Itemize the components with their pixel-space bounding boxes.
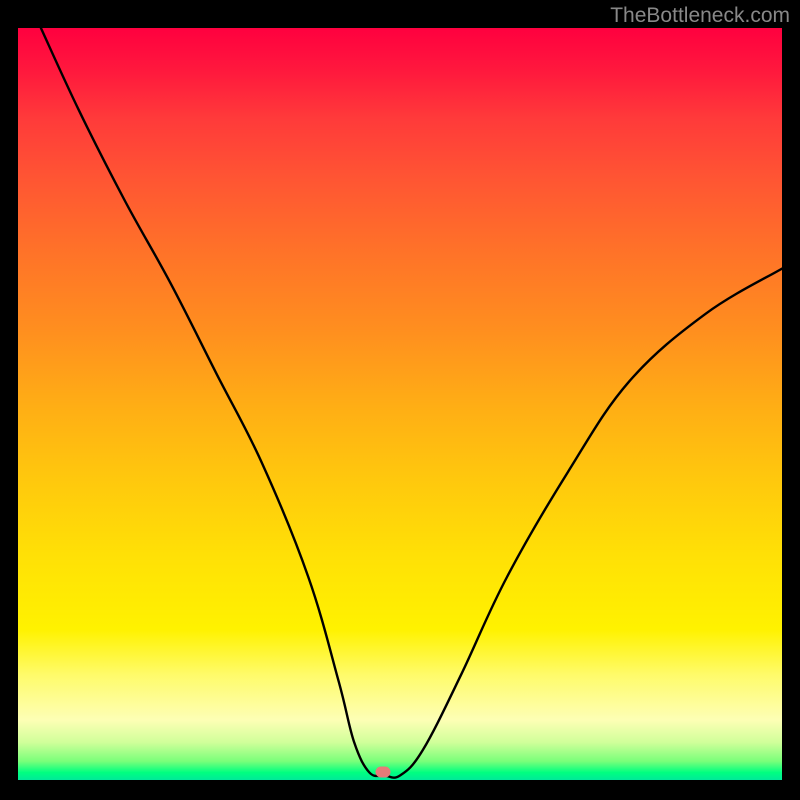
attribution-text: TheBottleneck.com <box>610 4 790 28</box>
bottleneck-curve <box>18 28 782 780</box>
bottleneck-marker <box>376 767 391 778</box>
plot-area <box>18 28 782 780</box>
